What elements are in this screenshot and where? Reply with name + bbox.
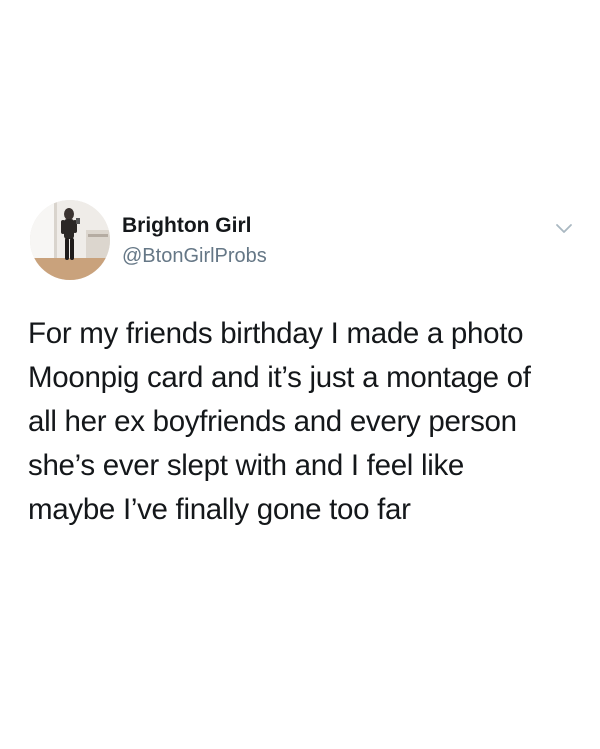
author-display-name[interactable]: Brighton Girl <box>122 213 252 239</box>
tweet-text-line: maybe I’ve finally gone too far <box>28 493 411 526</box>
avatar-photo-icon <box>30 200 110 280</box>
tweet-text-line: For my friends birthday I made a photo <box>28 317 524 350</box>
tweet-text-line: Moonpig card and it’s just a montage of <box>28 361 531 394</box>
author-handle[interactable]: @BtonGirlProbs <box>122 243 267 269</box>
chevron-down-icon <box>556 224 572 233</box>
tweet-text-line: she’s ever slept with and I feel like <box>28 449 465 482</box>
tweet-text: For my friends birthday I made a photo M… <box>28 312 576 532</box>
tweet-text-line: all her ex boyfriends and every person <box>28 405 517 438</box>
author-avatar[interactable] <box>30 200 110 280</box>
tweet-menu-button[interactable] <box>553 220 575 238</box>
tweet-card: Brighton Girl @BtonGirlProbs For my frie… <box>0 0 600 749</box>
